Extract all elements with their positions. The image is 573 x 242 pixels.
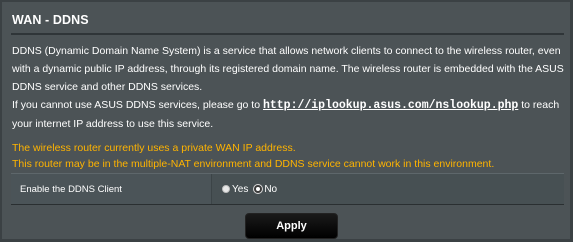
ddns-settings-table: Enable the DDNS Client Yes No [11,173,564,205]
radio-no-label: No [264,183,278,195]
radio-no[interactable] [254,185,263,193]
page-title: WAN - DDNS [12,13,89,27]
description-paragraph-1: DDNS (Dynamic Domain Name System) is a s… [12,45,564,93]
warning-line-1: The wireless router currently uses a pri… [12,142,296,154]
radio-yes-label: Yes [232,183,249,195]
radio-yes-option[interactable]: Yes [222,184,248,195]
radio-yes[interactable] [222,185,230,193]
radio-no-option[interactable]: No [254,184,277,195]
apply-button[interactable]: Apply [245,213,338,239]
warning-line-2: This router may be in the multiple-NAT e… [12,158,495,170]
ddns-panel: WAN - DDNS DDNS (Dynamic Domain Name Sys… [2,2,570,239]
description: DDNS (Dynamic Domain Name System) is a s… [12,42,567,133]
warning-messages: The wireless router currently uses a pri… [12,140,567,172]
description-paragraph-2-prefix: If you cannot use ASUS DDNS services, pl… [12,99,263,111]
iplookup-link[interactable]: http://iplookup.asus.com/nslookup.php [263,99,518,112]
ddns-client-label: Enable the DDNS Client [11,174,212,204]
ddns-client-options: Yes No [212,174,564,204]
description-paragraph-2: If you cannot use ASUS DDNS services, pl… [12,96,567,133]
title-divider [11,33,564,35]
